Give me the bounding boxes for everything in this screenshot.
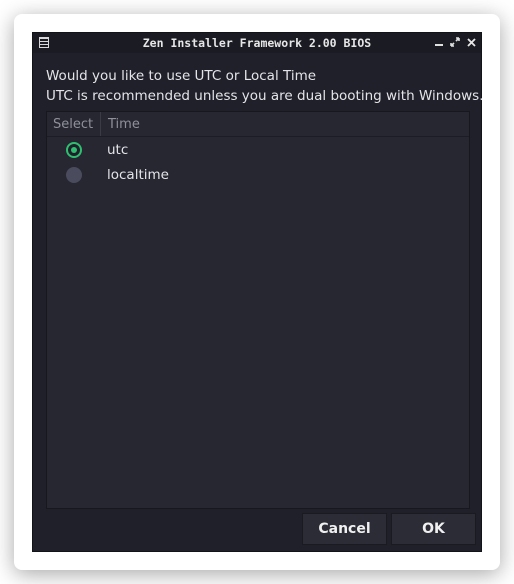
message-line-2: UTC is recommended unless you are dual b… [46, 88, 484, 104]
window-menu-icon[interactable] [39, 37, 49, 48]
restore-icon[interactable] [450, 35, 460, 49]
title-bar[interactable]: Zen Installer Framework 2.00 BIOS [33, 33, 481, 53]
list-row-localtime[interactable]: localtime [47, 162, 469, 187]
cancel-button[interactable]: Cancel [302, 513, 387, 545]
dialog-window: Zen Installer Framework 2.00 BIOS Would … [32, 32, 484, 552]
radio-cell [47, 141, 101, 158]
time-value: localtime [107, 166, 169, 183]
ok-button[interactable]: OK [391, 513, 476, 545]
dialog-message: Would you like to use UTC or Local Time … [46, 66, 484, 106]
column-header-time[interactable]: Time [101, 112, 140, 136]
minimize-icon[interactable] [434, 35, 444, 49]
radio-selected-icon[interactable] [66, 141, 82, 158]
close-icon[interactable] [466, 35, 476, 49]
window-title: Zen Installer Framework 2.00 BIOS [142, 36, 372, 50]
radio-cell [47, 166, 101, 183]
button-bar: Cancel OK [33, 507, 481, 551]
list-row-utc[interactable]: utc [47, 137, 469, 162]
time-list: Select Time utc localtime [46, 111, 470, 509]
radio-unselected-icon[interactable] [66, 166, 82, 183]
time-value: utc [107, 141, 129, 158]
column-header-select[interactable]: Select [47, 112, 101, 136]
list-header: Select Time [47, 112, 469, 137]
message-line-1: Would you like to use UTC or Local Time [46, 68, 317, 84]
window-controls [434, 35, 476, 49]
